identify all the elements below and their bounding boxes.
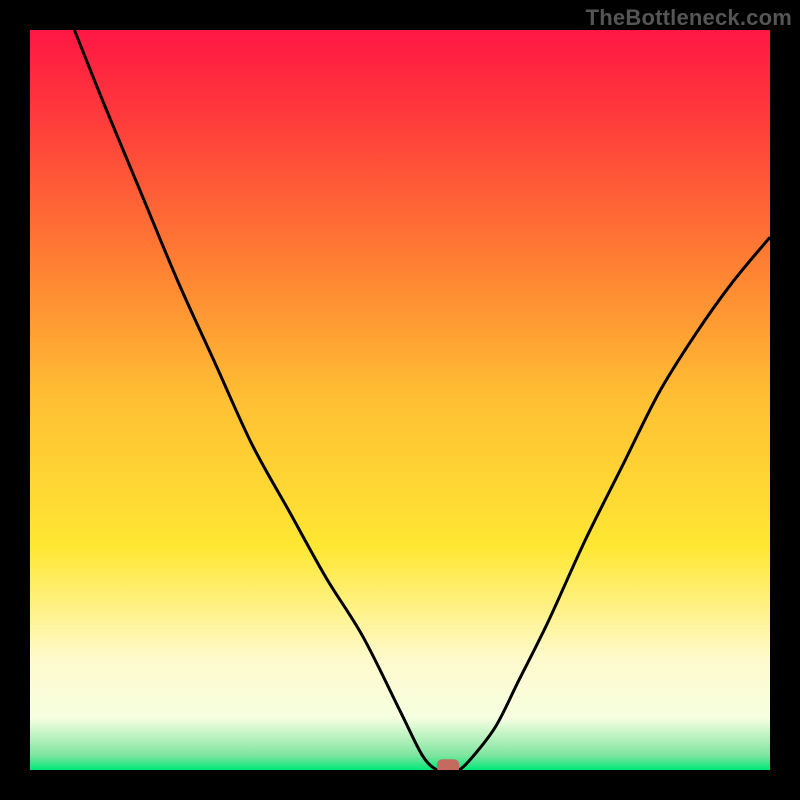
bottleneck-curve-chart bbox=[0, 0, 800, 800]
watermark-text: TheBottleneck.com bbox=[586, 5, 792, 31]
chart-container: TheBottleneck.com bbox=[0, 0, 800, 800]
frame-bot bbox=[0, 770, 800, 800]
frame-left bbox=[0, 0, 30, 800]
frame-right bbox=[770, 0, 800, 800]
plot-background bbox=[30, 30, 770, 770]
